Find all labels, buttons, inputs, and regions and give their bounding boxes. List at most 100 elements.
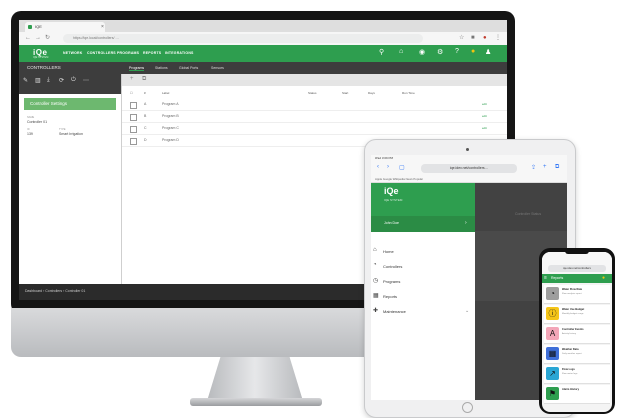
report-card[interactable]: A Controller Events Activity history (544, 325, 610, 344)
back-icon[interactable]: ‹ (377, 164, 379, 170)
tab-global-ports[interactable]: Global Ports (179, 66, 198, 70)
row-checkbox[interactable] (130, 138, 137, 145)
tab-stations[interactable]: Stations (155, 66, 168, 70)
profile-icon[interactable]: ● (483, 34, 487, 43)
sub-header: CONTROLLERS Programs Stations Global Por… (19, 62, 507, 74)
table-row[interactable]: C Program C edit (122, 124, 507, 135)
tab-programs[interactable]: Programs (129, 66, 145, 71)
report-card-subtitle: Monthly budget usage (562, 313, 584, 315)
user-icon[interactable]: ♟ (485, 48, 491, 56)
col-header: Days (368, 91, 375, 95)
report-card-title: Controller Events (562, 328, 584, 331)
tabs-icon[interactable]: ⧉ (555, 164, 559, 171)
table-row[interactable]: A Program A edit (122, 100, 507, 111)
globe-icon[interactable]: ◉ (419, 48, 425, 56)
phone-bar-title: Reports (551, 276, 564, 280)
col-header: Status (308, 91, 317, 95)
drawer-item-programs[interactable]: ◷ Programs (371, 275, 475, 287)
top-nav: iQe IQE SYSTEM NETWORK CONTROLLERS PROGR… (19, 45, 507, 62)
more-icon[interactable]: ⋯ (83, 77, 89, 84)
book-icon[interactable]: ▢ (399, 164, 405, 171)
report-icon: ⚑ (546, 387, 559, 400)
reload-icon[interactable]: ↻ (45, 34, 50, 43)
select-all-checkbox[interactable]: ☐ (130, 91, 133, 95)
notification-icon[interactable]: ● (602, 275, 605, 281)
home-button[interactable] (462, 402, 473, 413)
report-card[interactable]: ◔ Water Flow Rate Flow analysis report (544, 285, 610, 304)
user-name: John Doe (384, 221, 399, 225)
report-card-title: Alarm History (562, 388, 580, 391)
home-icon[interactable]: ⌂ (399, 48, 403, 55)
nav-programs[interactable]: PROGRAMS (117, 51, 139, 55)
report-card-title: Water Use Budget (562, 308, 585, 311)
sync-icon[interactable]: ⟳ (59, 77, 64, 84)
help-icon[interactable]: ? (455, 48, 459, 55)
tablet-address-bar[interactable]: iqe.idev.net/controllers… (421, 164, 517, 173)
nav-integrations[interactable]: INTEGRATIONS (165, 51, 194, 55)
row-checkbox[interactable] (130, 114, 137, 121)
phone-address-bar[interactable]: iqe.idev.net/controllers (548, 265, 606, 272)
row-label: Program D (162, 138, 179, 142)
drawer-item-label: Reports (383, 294, 398, 299)
bookmarks-bar[interactable]: Apple Google Wikipedia News Popular (371, 176, 567, 183)
drawer-logo: iQe (384, 186, 399, 196)
share-icon[interactable]: ⇪ (531, 164, 536, 171)
row-checkbox[interactable] (130, 102, 137, 109)
controller-icon: ◔ (373, 262, 377, 268)
col-header: Start (342, 91, 349, 95)
meta-label: TYPE (59, 128, 66, 131)
phone-notch (565, 250, 589, 254)
phone-screen: iqe.idev.net/controllers ≡ Reports ● ◔ Wa… (542, 252, 612, 412)
settings-icon[interactable]: ⚙ (437, 48, 443, 56)
browser-tab[interactable]: IQE × (25, 22, 105, 32)
menu-icon[interactable]: ⋮ (495, 34, 501, 43)
imac-foot (190, 398, 322, 406)
browser-tab-bar: IQE × (19, 20, 507, 32)
card-title: Controller Settings (24, 98, 116, 110)
breadcrumb[interactable]: Dashboard › Controllers › Controller 01 (25, 289, 85, 293)
nav-network[interactable]: NETWORK (63, 51, 82, 55)
edit-icon[interactable]: ✎ (23, 77, 28, 84)
menu-icon[interactable]: ≡ (544, 275, 547, 281)
row-checkbox[interactable] (130, 126, 137, 133)
nav-reports[interactable]: REPORTS (143, 51, 161, 55)
add-icon[interactable]: + (543, 164, 547, 170)
row-num: D (144, 138, 147, 142)
report-card-subtitle: Flow analysis report (562, 293, 582, 295)
copy-icon[interactable]: ⧉ (142, 76, 146, 83)
forward-icon[interactable]: → (35, 34, 41, 43)
download-icon[interactable]: ⤓ (47, 77, 50, 84)
drawer-item-label: Maintenance (383, 309, 406, 314)
report-card[interactable]: ⚑ Alarm History (544, 385, 610, 404)
row-edit-link[interactable]: edit (482, 114, 487, 118)
row-edit-link[interactable]: edit (482, 102, 487, 106)
drawer-user[interactable]: John Doe › (371, 216, 475, 232)
drawer-item-maintenance[interactable]: ✚ Maintenance ⌄ (371, 305, 475, 317)
background-title: Controller Status (515, 212, 542, 216)
chart-icon[interactable]: ▥ (35, 77, 41, 84)
table-row[interactable]: B Program B edit (122, 112, 507, 123)
extensions-icon[interactable]: ■ (471, 34, 475, 43)
report-card[interactable]: ⓘ Water Use Budget Monthly budget usage (544, 305, 610, 324)
drawer-item-home[interactable]: ⌂ Home (371, 245, 475, 257)
tab-sensors[interactable]: Sensors (211, 66, 224, 70)
add-icon[interactable]: + (130, 76, 134, 82)
row-edit-link[interactable]: edit (482, 126, 487, 130)
notification-icon[interactable]: ● (471, 48, 475, 55)
phone-app-bar: ≡ Reports ● (542, 274, 612, 283)
drawer-item-reports[interactable]: ▦ Reports (371, 290, 475, 302)
back-icon[interactable]: ← (25, 34, 31, 43)
star-icon[interactable]: ☆ (459, 34, 464, 43)
report-card[interactable]: ↗ Flow Logs Flow meter logs (544, 365, 610, 384)
power-icon[interactable]: ⏻ (71, 77, 76, 84)
row-label: Program A (162, 102, 179, 106)
drawer-item-controllers[interactable]: ◔ Controllers (371, 260, 475, 272)
address-bar[interactable]: https://iqe.local/controllers/ … (63, 34, 423, 43)
pin-icon[interactable]: ⚲ (379, 48, 384, 56)
close-icon[interactable]: × (101, 22, 104, 32)
panel-toolbar: ✎ ▥ ⤓ ⟳ ⏻ ⋯ (19, 74, 121, 94)
forward-icon[interactable]: › (387, 164, 389, 170)
report-card[interactable]: ▦ Weather Data Daily weather report (544, 345, 610, 364)
chevron-right-icon: › (465, 220, 467, 226)
nav-controllers[interactable]: CONTROLLERS (87, 51, 116, 55)
